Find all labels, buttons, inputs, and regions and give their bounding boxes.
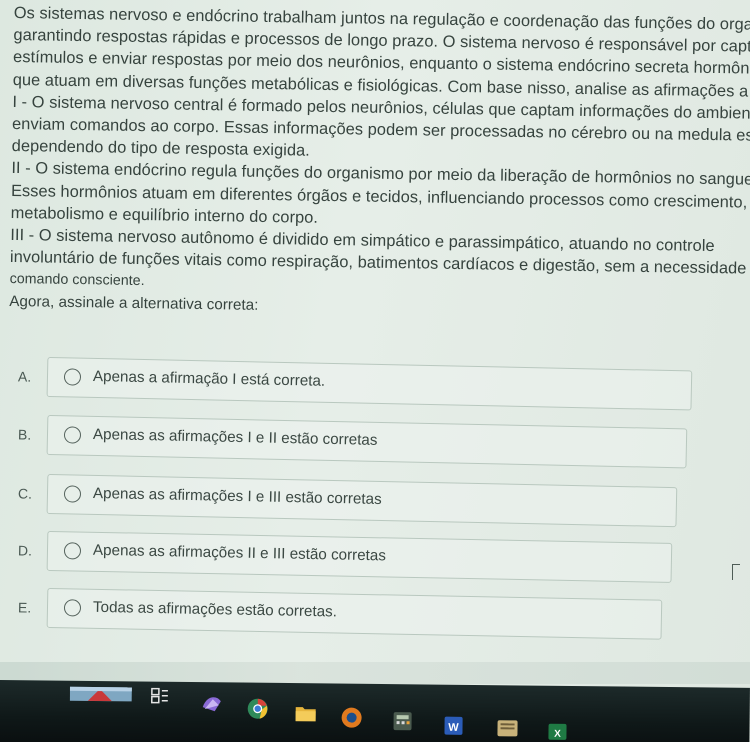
notes-icon[interactable] (495, 718, 519, 738)
svg-text:X: X (554, 729, 561, 740)
option-letter: A. (17, 368, 32, 385)
app-icon-2[interactable] (340, 707, 364, 729)
option-letter: C. (17, 485, 33, 502)
svg-text:W: W (448, 722, 459, 734)
option-d[interactable]: D. Apenas as afirmações II e III estão c… (0, 530, 700, 583)
calculator-icon[interactable] (391, 710, 413, 732)
taskbar: W X (0, 680, 750, 742)
app-icon[interactable] (200, 692, 224, 714)
word-icon[interactable]: W (441, 715, 465, 737)
thumbnail-icon[interactable] (69, 683, 132, 704)
screen: Os sistemas nervoso e endócrino trabalha… (0, 0, 750, 742)
answer-options: A. Apenas a afirmação I está correta. B.… (0, 0, 750, 680)
option-letter: D. (17, 542, 33, 559)
text-cursor-icon (732, 564, 740, 580)
option-c[interactable]: C. Apenas as afirmações I e III estão co… (0, 473, 700, 528)
excel-icon[interactable]: X (545, 722, 569, 742)
folder-icon[interactable] (294, 703, 318, 723)
option-e[interactable]: E. Todas as afirmações estão corretas. (0, 587, 700, 640)
option-letter: E. (17, 599, 32, 616)
option-b[interactable]: B. Apenas as afirmações I e II estão cor… (0, 414, 700, 469)
option-letter: B. (17, 426, 32, 443)
task-view-icon[interactable] (150, 687, 170, 705)
option-a[interactable]: A. Apenas a afirmação I está correta. (0, 356, 700, 411)
chrome-icon[interactable] (246, 697, 270, 721)
